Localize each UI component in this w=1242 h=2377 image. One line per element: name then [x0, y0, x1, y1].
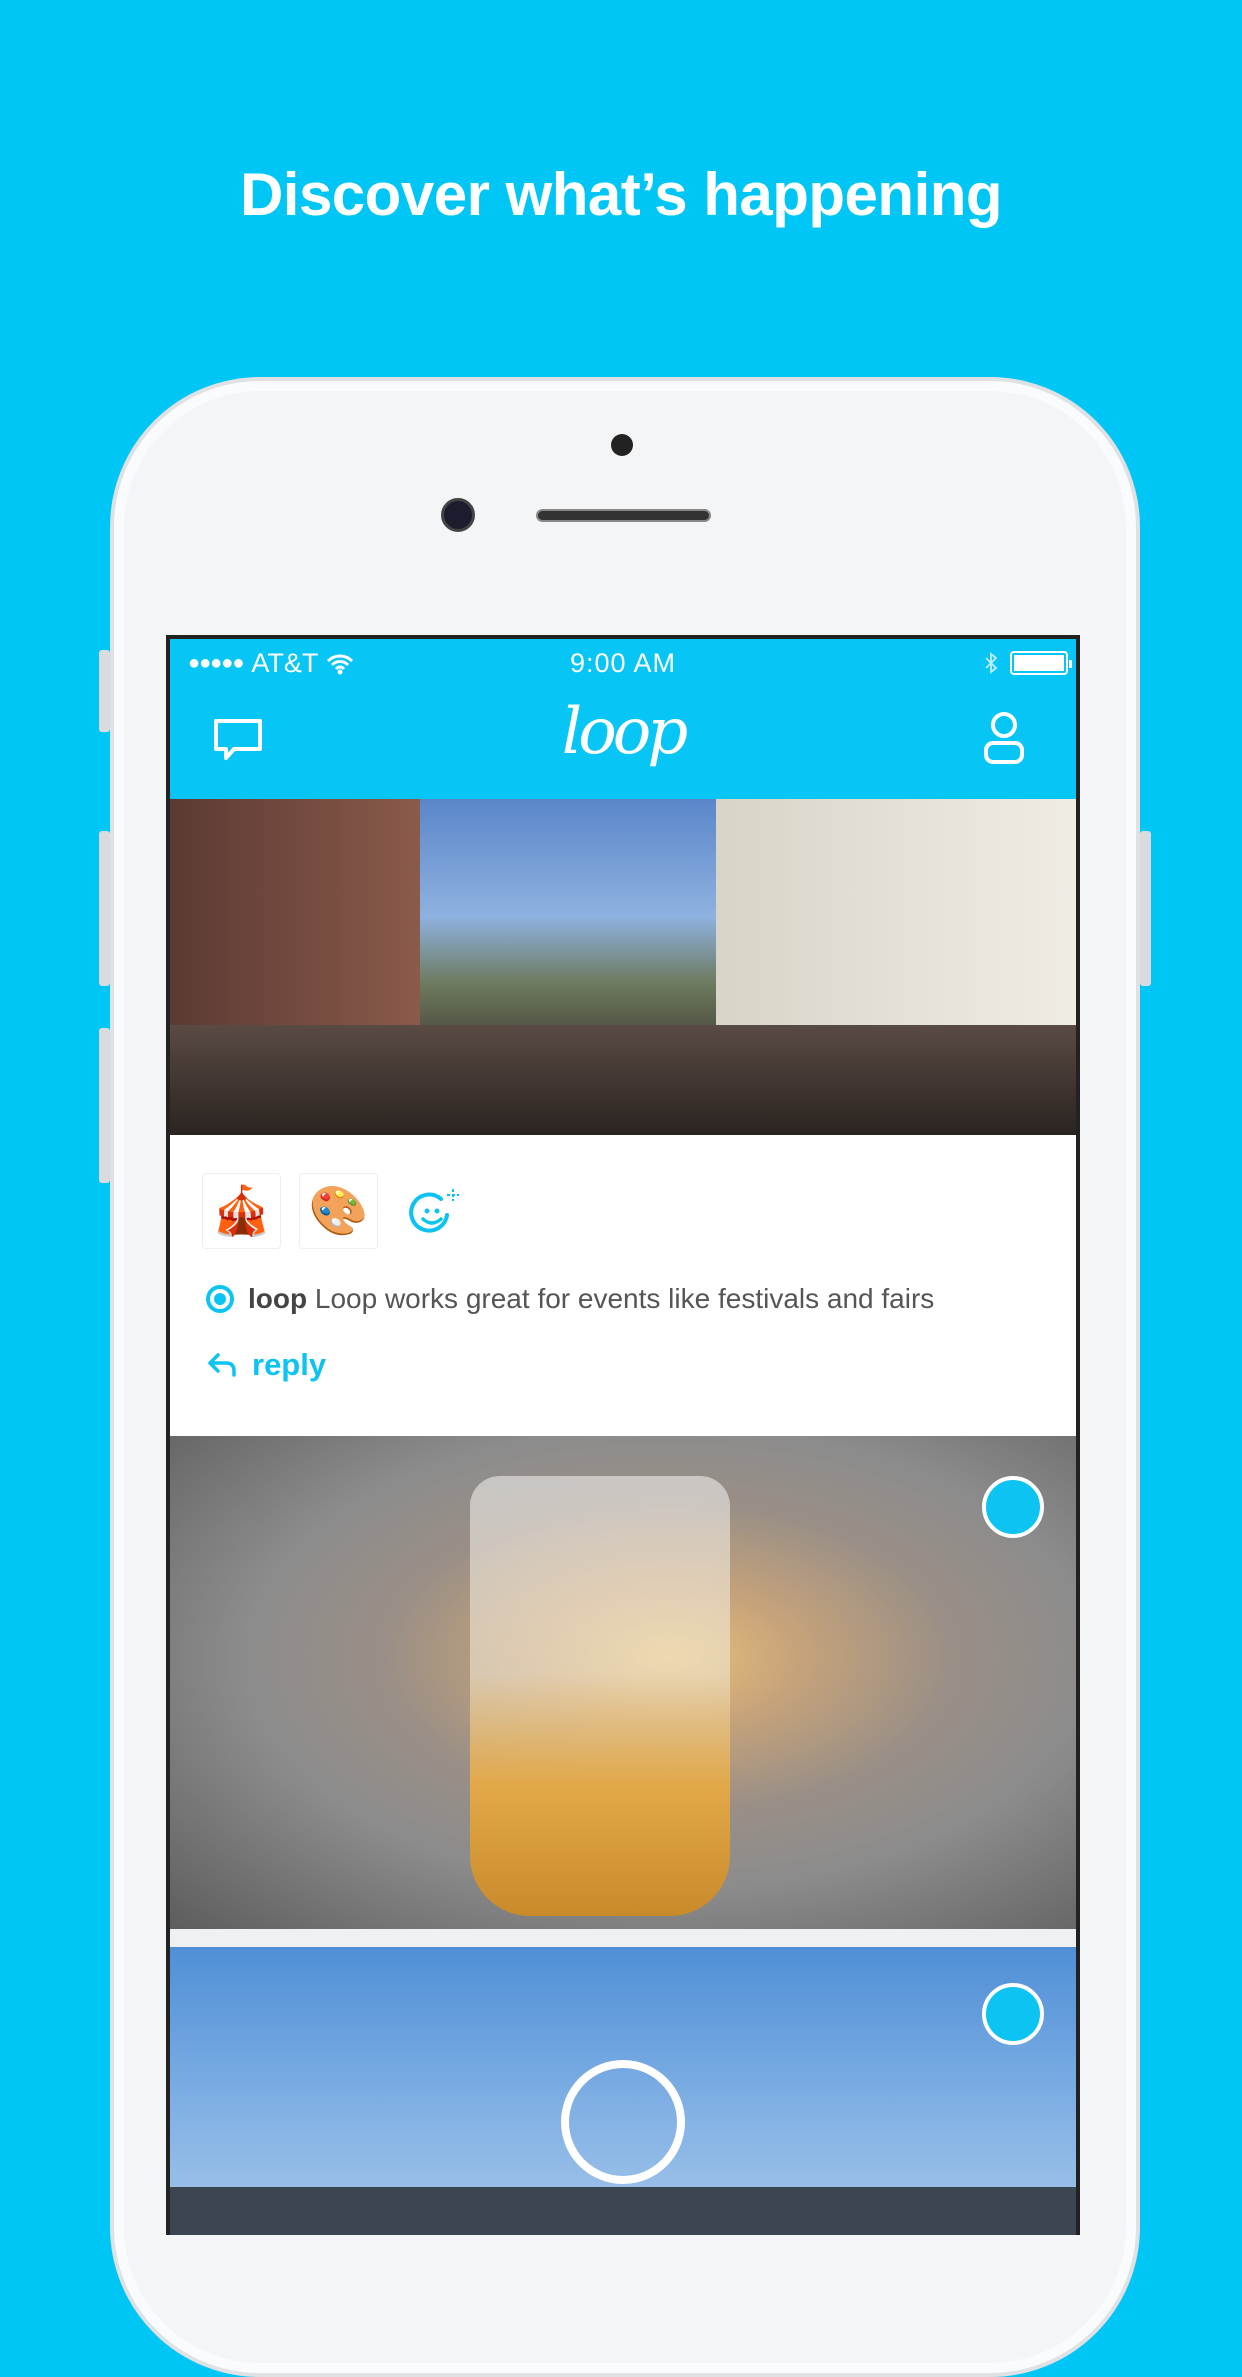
reply-button[interactable]: reply	[206, 1347, 326, 1383]
proximity-sensor	[611, 434, 633, 456]
clock: 9:00 AM	[569, 648, 677, 678]
power-button	[1140, 831, 1151, 986]
reply-arrow-icon	[208, 1353, 236, 1377]
post-text: Loop works great for events like festiva…	[314, 1283, 935, 1314]
post-card: 🎪 🎨 loop Loop works great for events lik…	[170, 1135, 1076, 1436]
front-camera	[441, 498, 475, 532]
volume-up-button	[99, 831, 110, 986]
nav-bar: loop	[170, 689, 1076, 799]
headline: Discover what’s happening	[239, 161, 1003, 228]
beer-glass-photo[interactable]	[170, 1436, 1076, 1929]
status-bar: ●●●●● AT&T 9:00 AM	[170, 639, 1076, 689]
post-author[interactable]: loop	[248, 1283, 307, 1314]
app-screen: ●●●●● AT&T 9:00 AM loop 🎪 🎨 loop Loop wo…	[166, 635, 1080, 2235]
feed-divider	[170, 1929, 1076, 1947]
loop-badge-icon	[206, 1285, 234, 1313]
volume-down-button	[99, 1028, 110, 1183]
loop-badge-icon[interactable]	[982, 1983, 1044, 2045]
bluetooth-icon	[985, 652, 998, 674]
battery-icon	[1010, 651, 1072, 675]
festival-photo[interactable]	[170, 799, 1076, 1135]
profile-icon[interactable]	[982, 711, 1026, 765]
reply-label: reply	[252, 1347, 327, 1382]
emoji-reaction-circus-tent[interactable]: 🎪	[202, 1173, 281, 1249]
earpiece-speaker	[536, 509, 711, 522]
post-caption: loop Loop works great for events like fe…	[206, 1283, 934, 1315]
mute-switch	[99, 650, 110, 732]
emoji-reaction-palette[interactable]: 🎨	[299, 1173, 378, 1249]
add-reaction-icon[interactable]	[407, 1185, 463, 1239]
loop-badge-icon[interactable]	[982, 1476, 1044, 1538]
record-button[interactable]	[561, 2060, 685, 2184]
app-logo: loop	[561, 695, 689, 769]
